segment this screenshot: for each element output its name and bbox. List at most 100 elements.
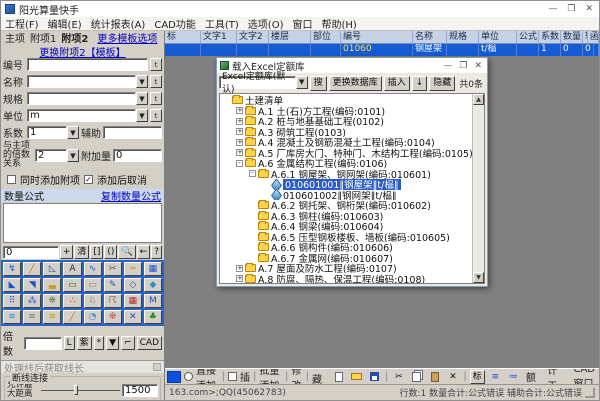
table-cell[interactable]: 0 [583,44,594,56]
slider-value-input[interactable]: 1500 [122,384,158,397]
cad-tool-icon[interactable]: ♘ [84,294,102,308]
code-t-button[interactable]: t [150,58,162,71]
cad-tool-icon[interactable]: ▭ [84,278,102,292]
expand-toggle-icon[interactable]: + [236,275,243,282]
unit-combo[interactable]: m ▼ [27,109,148,122]
tree-item-label[interactable]: A.3 砌筑工程(0103) [258,127,346,138]
tree-item[interactable]: + A.2 桩与地基基础工程(0102) [220,116,472,127]
tree-item-label[interactable]: A.6 金属结构工程(编码:0106) [258,158,387,169]
column-header[interactable]: 函数 [588,31,599,43]
slider[interactable] [41,385,120,395]
column-header[interactable]: 数量 [561,31,583,43]
cad-tool-icon[interactable]: ✕ [124,310,142,324]
unit-t-button[interactable]: t [150,109,162,122]
down-arrow-button[interactable]: ↓ [412,76,428,91]
relation-combo[interactable]: 2 ▼ [35,149,79,162]
tree-item-label[interactable]: A.7 屋面及防水工程(编码:0107) [258,263,397,274]
tree-item[interactable]: + A.7 屋面及防水工程(编码:0107) [220,263,472,274]
scroll-down-icon[interactable]: ▼ [473,272,484,283]
cad-tool-icon[interactable]: ☈ [104,294,122,308]
direct-add-label[interactable]: 直接添加 [196,368,219,384]
formula-button[interactable]: [] [90,245,103,259]
column-header[interactable]: 名称 [413,31,447,43]
insert-checkbox[interactable] [228,372,237,381]
chevron-down-icon[interactable]: ▼ [296,76,308,89]
table-cell[interactable]: t/榀 [479,44,517,56]
cad-tool-icon[interactable]: ◺ [43,262,61,276]
qty-formula-textarea[interactable] [3,203,162,243]
tree-item-label[interactable]: 010601002‖钢网架‖t/榀‖ [283,190,397,201]
detail-view-icon[interactable]: ≔ [506,370,521,384]
cad-tool-icon[interactable]: M [144,294,162,308]
table-cell[interactable] [517,44,539,56]
multiplier-tool-button[interactable]: CAD [137,336,162,350]
tree-item-label[interactable]: A.5 厂库房大门、特种门、木结构工程(编码:0105) [258,148,472,159]
cad-tool-icon[interactable]: ▦ [124,294,142,308]
tree-item[interactable]: A.6.6 钢构件(编码:010606) [220,242,472,253]
multiplier-tool-button[interactable]: 紫 [77,336,92,350]
tree-item[interactable]: A.6.3 钢柱(编码:010603) [220,211,472,222]
formula-button[interactable]: + [60,245,74,259]
multiplier-tool-button[interactable]: L [64,336,75,350]
cad-tool-icon[interactable]: ▃ [43,278,61,292]
cad-tool-icon[interactable]: ═ [124,262,142,276]
formula-button[interactable]: 清 [74,245,89,259]
cad-tool-icon[interactable]: ◣ [3,278,21,292]
spec-combo[interactable]: ▼ [27,92,148,105]
extra-input[interactable]: 0 [113,149,162,162]
expand-toggle-icon[interactable]: - [236,160,243,167]
chevron-down-icon[interactable]: ▼ [136,75,148,88]
copy-qty-formula-link[interactable]: 复制数量公式 [101,188,161,203]
cad-tool-icon[interactable]: ❊ [104,310,122,324]
list-view-icon[interactable]: ≡ [488,370,503,384]
name-t-button[interactable]: t [150,75,162,88]
tree-item[interactable]: + A.3 砌筑工程(0103) [220,127,472,138]
cad-tool-icon[interactable]: ≋ [3,310,21,324]
cad-tool-icon[interactable]: ≋ [43,310,61,324]
menu-item[interactable]: 工程(F) [5,16,39,31]
cut-icon[interactable]: ✂ [391,370,406,384]
window-switch-tab[interactable]: CAD窗口 [571,368,597,384]
cad-tool-icon[interactable]: ◆ [144,278,162,292]
tree-item-label[interactable]: A.2 桩与地基基础工程(0102) [258,116,384,127]
cad-tool-icon[interactable]: ❋ [43,294,61,308]
expand-toggle-icon[interactable]: + [236,128,243,135]
cad-tool-icon[interactable]: ∿ [84,262,102,276]
expand-toggle-icon[interactable]: + [236,265,243,272]
cad-tool-icon[interactable]: ♣ [144,310,162,324]
column-header[interactable]: 规格 [447,31,479,43]
modify-button[interactable]: 修改 [291,368,302,384]
insert-button[interactable]: 插入 [384,76,410,91]
table-cell[interactable] [237,44,269,56]
cad-tool-icon[interactable]: ╱ [63,310,81,324]
cad-tool-icon[interactable]: ↯ [3,262,21,276]
column-header[interactable]: 文字1 [201,31,237,43]
chevron-down-icon[interactable]: ▼ [67,126,79,139]
table-cell[interactable] [165,44,201,56]
panel-tab[interactable]: 附项1 [28,31,58,45]
name-combo-value[interactable] [27,75,136,88]
close-button[interactable]: ✕ [585,4,593,14]
dialog-maximize-button[interactable]: ❐ [459,61,467,71]
tree-item[interactable]: - A.6 金属结构工程(编码:0106) [220,158,472,169]
change-database-button[interactable]: 更换数据库 [329,76,382,91]
tree-item-label[interactable]: A.4 混凝土及钢筋混凝土工程(编码:0104) [258,137,435,148]
tree-item-label[interactable]: A.1 土(石)方工程(编码:0101) [258,106,385,117]
multiplier-input[interactable] [24,337,62,350]
library-select[interactable]: Excel定额库(默认) ▼ [219,76,308,91]
formula-button[interactable]: ← [137,245,151,259]
expand-toggle-icon[interactable]: + [236,118,243,125]
cancel-after-add-checkbox[interactable] [84,175,93,184]
hide-toolbar-button[interactable]: 隐藏↑ [312,368,328,384]
tree-item-label[interactable]: A.6.7 金属网(编码:010607) [271,253,393,264]
menu-item[interactable]: 统计报表(A) [91,16,146,31]
aux-input[interactable] [103,126,162,139]
table-cell[interactable]: 0 [561,44,583,56]
dialog-close-button[interactable]: ✕ [474,61,482,71]
tree-scrollbar[interactable]: ▲ ▼ [472,94,484,283]
menu-item[interactable]: CAD功能 [154,16,196,31]
table-cell[interactable] [447,44,479,56]
maximize-button[interactable]: ❐ [567,4,575,14]
expand-toggle-icon[interactable]: - [249,170,256,177]
menu-item[interactable]: 编辑(E) [48,16,82,31]
